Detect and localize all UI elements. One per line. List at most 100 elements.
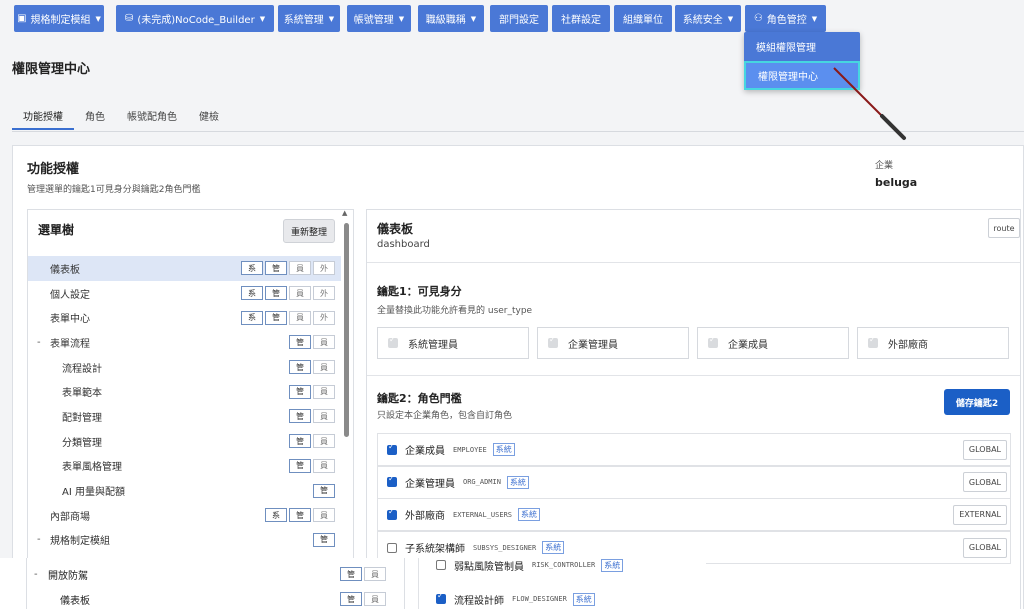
key2-title: 鑰匙2：角色門檻 [377,392,462,405]
role-checkbox[interactable] [436,560,446,570]
dropdown-item-permission-center[interactable]: 權限管理中心 [744,61,860,90]
user-type-badge: 管 [340,567,362,581]
user-type-badge: 員 [313,458,335,473]
nav-department[interactable]: 部門設定 [490,5,548,32]
dropdown-item-module-permissions[interactable]: 模組權限管理 [744,32,860,61]
role-code: EMPLOYEE [453,445,487,454]
user-type-badge: 系 [265,508,287,523]
detail-title: 儀表板 [377,222,414,236]
tree-row[interactable]: 儀表板 系管員外 [28,256,341,281]
role-code: FLOW_DESIGNER [512,595,567,603]
user-type-badges: 管員 [289,409,335,424]
nav-community[interactable]: 社群設定 [552,5,610,32]
user-type-badges: 系管員外 [241,261,335,276]
tree-row[interactable]: 個人設定 系管員外 [28,281,341,306]
user-type-badges: 管員 [289,458,335,473]
user-type-badge: 管 [265,261,287,276]
tree-row[interactable]: AI 用量與配額 管 [28,478,341,503]
save-key2-button[interactable]: 儲存鑰匙2 [944,389,1010,415]
caret-down-icon: ▼ [727,14,734,23]
system-tag: 系統 [572,592,595,606]
role-name: 企業管理員 [405,478,455,490]
tree-row[interactable]: 表單範本 管員 [28,379,341,404]
caret-down-icon: ▼ [95,14,101,23]
tree-row-label: 分類管理 [62,437,102,449]
tab-bar: 功能授權 角色 帳號配角色 健檢 [12,100,230,132]
route-tag: route [988,218,1020,238]
user-type-badge: 管 [289,360,311,375]
detail-route: dashboard [377,239,430,250]
role-checkbox[interactable] [387,442,397,455]
nav-system-admin[interactable]: 系統管理 ▼ [278,5,340,32]
role-name: 弱點風險管制員 [454,561,524,573]
collapse-icon[interactable]: - [37,337,41,348]
tab-roles[interactable]: 角色 [74,100,116,130]
overlay-tree-row[interactable]: - 開放防駕 管員 [26,562,390,586]
overlay-role-row[interactable]: 流程設計師 FLOW_DESIGNER 系統 [436,587,595,609]
nav-org-unit[interactable]: 組織單位 [614,5,672,32]
tree-row[interactable]: 內部商場 系管員 [28,503,341,528]
nav-system-security[interactable]: 系統安全 ▼ [675,5,741,32]
tree-row[interactable]: - 規格制定模組 管 [28,528,341,553]
checkbox-disabled-icon [708,335,718,348]
user-type-badge: 管 [289,434,311,449]
role-code: SUBSYS_DESIGNER [473,543,537,552]
tree-scrollbar[interactable] [344,223,349,437]
user-type-badges: 管員 [289,335,335,350]
collapse-icon[interactable]: - [34,569,38,580]
user-type-badge: 員 [289,261,311,276]
tab-account-roles[interactable]: 帳號配角色 [116,100,188,130]
checkbox-disabled-icon [388,335,398,348]
user-type-option[interactable]: 企業管理員 [537,327,689,359]
role-checkbox[interactable] [387,542,397,553]
user-type-option[interactable]: 企業成員 [697,327,849,359]
tab-health-check[interactable]: 健檢 [188,100,230,130]
tree-row-label: 儀表板 [50,264,80,276]
role-name: 企業成員 [405,446,445,457]
tree-row[interactable]: - 表單流程 管員 [28,330,341,355]
role-code: ORG_ADMIN [463,478,501,487]
tabs-divider [12,131,1024,132]
role-checkbox[interactable] [436,591,446,604]
system-tag: 系統 [518,508,541,522]
user-type-badges: 管員 [289,360,335,375]
user-type-badges: 系管員 [265,508,335,523]
tree-row[interactable]: 配對管理 管員 [28,404,341,429]
role-control-dropdown: 模組權限管理 權限管理中心 [744,32,860,90]
role-name: 流程設計師 [454,595,504,607]
overlay-tree-row[interactable]: 儀表板 管員 [26,587,390,609]
user-type-badge: 系 [241,286,263,301]
role-row[interactable]: 企業管理員 ORG_ADMIN 系統 GLOBAL [377,465,1011,499]
tree-row[interactable]: 分類管理 管員 [28,429,341,454]
tree-row[interactable]: 表單中心 系管員外 [28,305,341,330]
user-type-option[interactable]: 系統管理員 [377,327,529,359]
collapse-icon[interactable]: - [37,534,41,545]
user-type-badge: 管 [289,409,311,424]
role-checkbox[interactable] [387,474,397,488]
caret-down-icon: ▼ [398,14,405,23]
checkbox-disabled-icon [548,335,558,348]
page-title: 權限管理中心 [12,62,91,77]
tree-row[interactable]: 流程設計 管員 [28,355,341,380]
tab-function-auth[interactable]: 功能授權 [12,100,74,130]
user-type-badges: 管員 [340,592,386,606]
enterprise-value: beluga [875,176,918,189]
role-row[interactable]: 企業成員 EMPLOYEE 系統 GLOBAL [377,433,1011,466]
nav-nocode-builder[interactable]: ⛁ (未完成)NoCode_Builder ▼ [116,5,274,32]
nav-job-titles[interactable]: 職級職稱 ▼ [418,5,484,32]
nav-account-admin[interactable]: 帳號管理 ▼ [347,5,411,32]
tree-row[interactable]: 表單風格管理 管員 [28,454,341,479]
tree-row-label: 表單風格管理 [62,462,122,474]
scroll-up-icon[interactable]: ▲ [342,209,347,217]
overlay-role-row[interactable]: 弱點風險管制員 RISK_CONTROLLER 系統 [436,553,624,577]
user-type-badge: 外 [313,286,335,301]
role-row[interactable]: 外部廠商 EXTERNAL_USERS 系統 EXTERNAL [377,498,1011,532]
tree-row-label: 開放防駕 [48,570,88,582]
nav-spec-module[interactable]: ▣ 規格制定模組 ▼ [14,5,104,32]
user-type-badge: 員 [313,384,335,399]
user-type-option[interactable]: 外部廠商 [857,327,1009,359]
divider [367,262,1020,263]
nav-role-control[interactable]: ⚇ 角色管控 ▼ [745,5,826,32]
role-checkbox[interactable] [387,507,397,520]
refresh-button[interactable]: 重新整理 [283,219,335,243]
